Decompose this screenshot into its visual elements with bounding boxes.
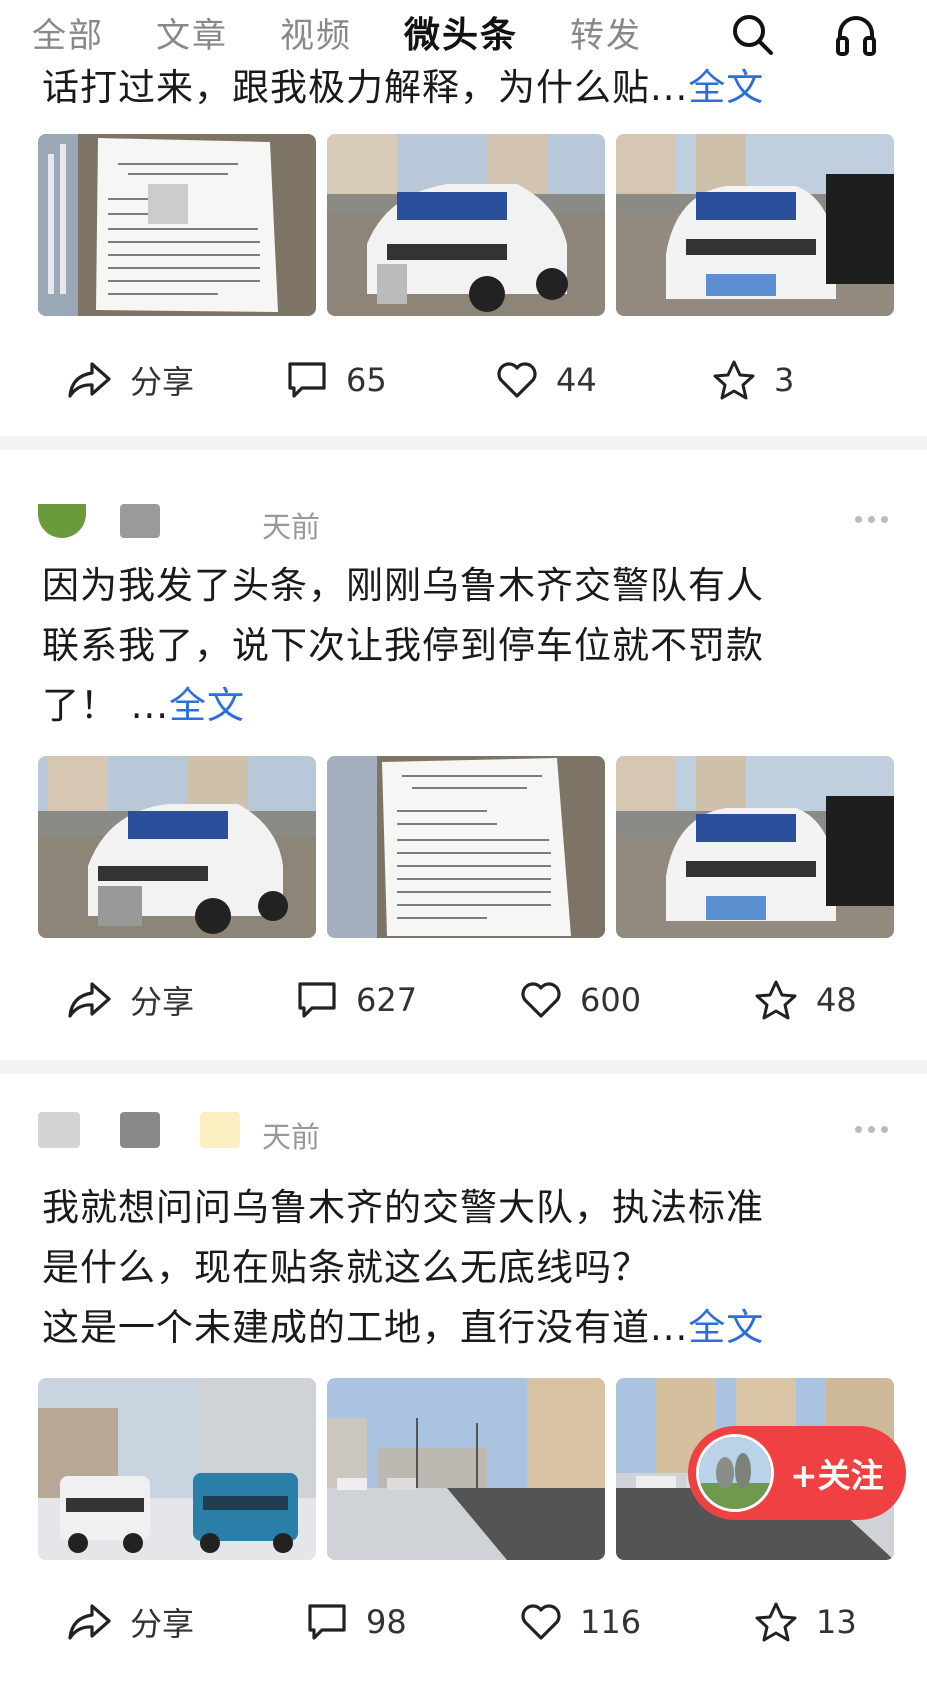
post-image[interactable] [327, 1378, 605, 1560]
post-time: 天前 [262, 1120, 321, 1154]
read-more-link[interactable]: 全文 [688, 66, 764, 109]
author-name[interactable] [120, 504, 160, 538]
post-image[interactable] [616, 756, 894, 938]
star-icon [755, 980, 797, 1020]
tab-micro-posts[interactable]: 微头条 [404, 6, 518, 58]
post-text: 话打过来，跟我极力解释，为什么贴...全文 [42, 66, 765, 109]
comment-icon [308, 1604, 346, 1640]
divider [0, 436, 927, 450]
comment-button[interactable]: 627 [296, 970, 417, 1030]
headphones-icon[interactable] [832, 10, 880, 58]
comment-button[interactable]: 65 [286, 350, 387, 410]
share-button[interactable]: 分享 [66, 1592, 194, 1652]
post-time: 天前 [262, 510, 321, 544]
tab-articles[interactable]: 文章 [156, 8, 228, 57]
like-button[interactable]: 116 [520, 1592, 641, 1652]
share-icon [68, 362, 111, 398]
post-meta: 天前 [38, 498, 888, 548]
heart-icon [521, 982, 561, 1018]
post-actions: 分享 627 600 48 [0, 970, 927, 1030]
share-button[interactable]: 分享 [66, 970, 194, 1030]
tab-reposts[interactable]: 转发 [570, 8, 642, 57]
comment-button[interactable]: 98 [306, 1592, 407, 1652]
share-button[interactable]: 分享 [66, 350, 194, 410]
post-image[interactable] [38, 1378, 316, 1560]
image-row [38, 756, 894, 938]
follow-button[interactable]: +关注 [688, 1426, 906, 1520]
favorite-button[interactable]: 48 [754, 970, 857, 1030]
favorite-button[interactable]: 13 [754, 1592, 857, 1652]
divider [0, 1060, 927, 1074]
tab-all[interactable]: 全部 [32, 8, 104, 57]
heart-icon [521, 1604, 561, 1640]
favorite-button[interactable]: 3 [712, 350, 794, 410]
like-button[interactable]: 600 [520, 970, 641, 1030]
post-meta: 天前 [38, 1108, 888, 1158]
post-image[interactable] [38, 756, 316, 938]
post-image[interactable] [616, 134, 894, 316]
post-actions: 分享 98 116 13 [0, 1592, 927, 1652]
star-icon [755, 1602, 797, 1642]
follow-label: +关注 [790, 1456, 884, 1495]
read-more-link[interactable]: 全文 [688, 1306, 764, 1349]
follow-avatar [696, 1434, 774, 1512]
avatar[interactable] [38, 504, 86, 538]
post-image[interactable] [327, 756, 605, 938]
tab-videos[interactable]: 视频 [280, 8, 352, 57]
comment-icon [298, 982, 336, 1018]
more-options-icon[interactable] [855, 1126, 888, 1133]
top-tab-bar: 全部 文章 视频 微头条 转发 [0, 0, 927, 64]
share-icon [68, 982, 111, 1018]
post-text: 我就想问问乌鲁木齐的交警大队，执法标准 是什么，现在贴条就这么无底线吗？ 这是一… [42, 1186, 765, 1349]
like-button[interactable]: 44 [496, 350, 597, 410]
avatar[interactable] [38, 1112, 80, 1148]
post-actions: 分享 65 44 3 [0, 350, 927, 410]
author-badge [200, 1112, 240, 1148]
share-icon [68, 1604, 111, 1640]
search-icon[interactable] [728, 10, 776, 58]
heart-icon [497, 362, 537, 398]
author-name[interactable] [120, 1112, 160, 1148]
image-row [38, 134, 894, 316]
star-icon [713, 360, 755, 400]
comment-icon [288, 362, 326, 398]
post-text: 因为我发了头条，刚刚乌鲁木齐交警队有人 联系我了，说下次让我停到停车位就不罚款 … [42, 564, 764, 727]
post-image[interactable] [327, 134, 605, 316]
read-more-link[interactable]: 全文 [169, 684, 245, 727]
more-options-icon[interactable] [855, 516, 888, 523]
post-image[interactable] [38, 134, 316, 316]
